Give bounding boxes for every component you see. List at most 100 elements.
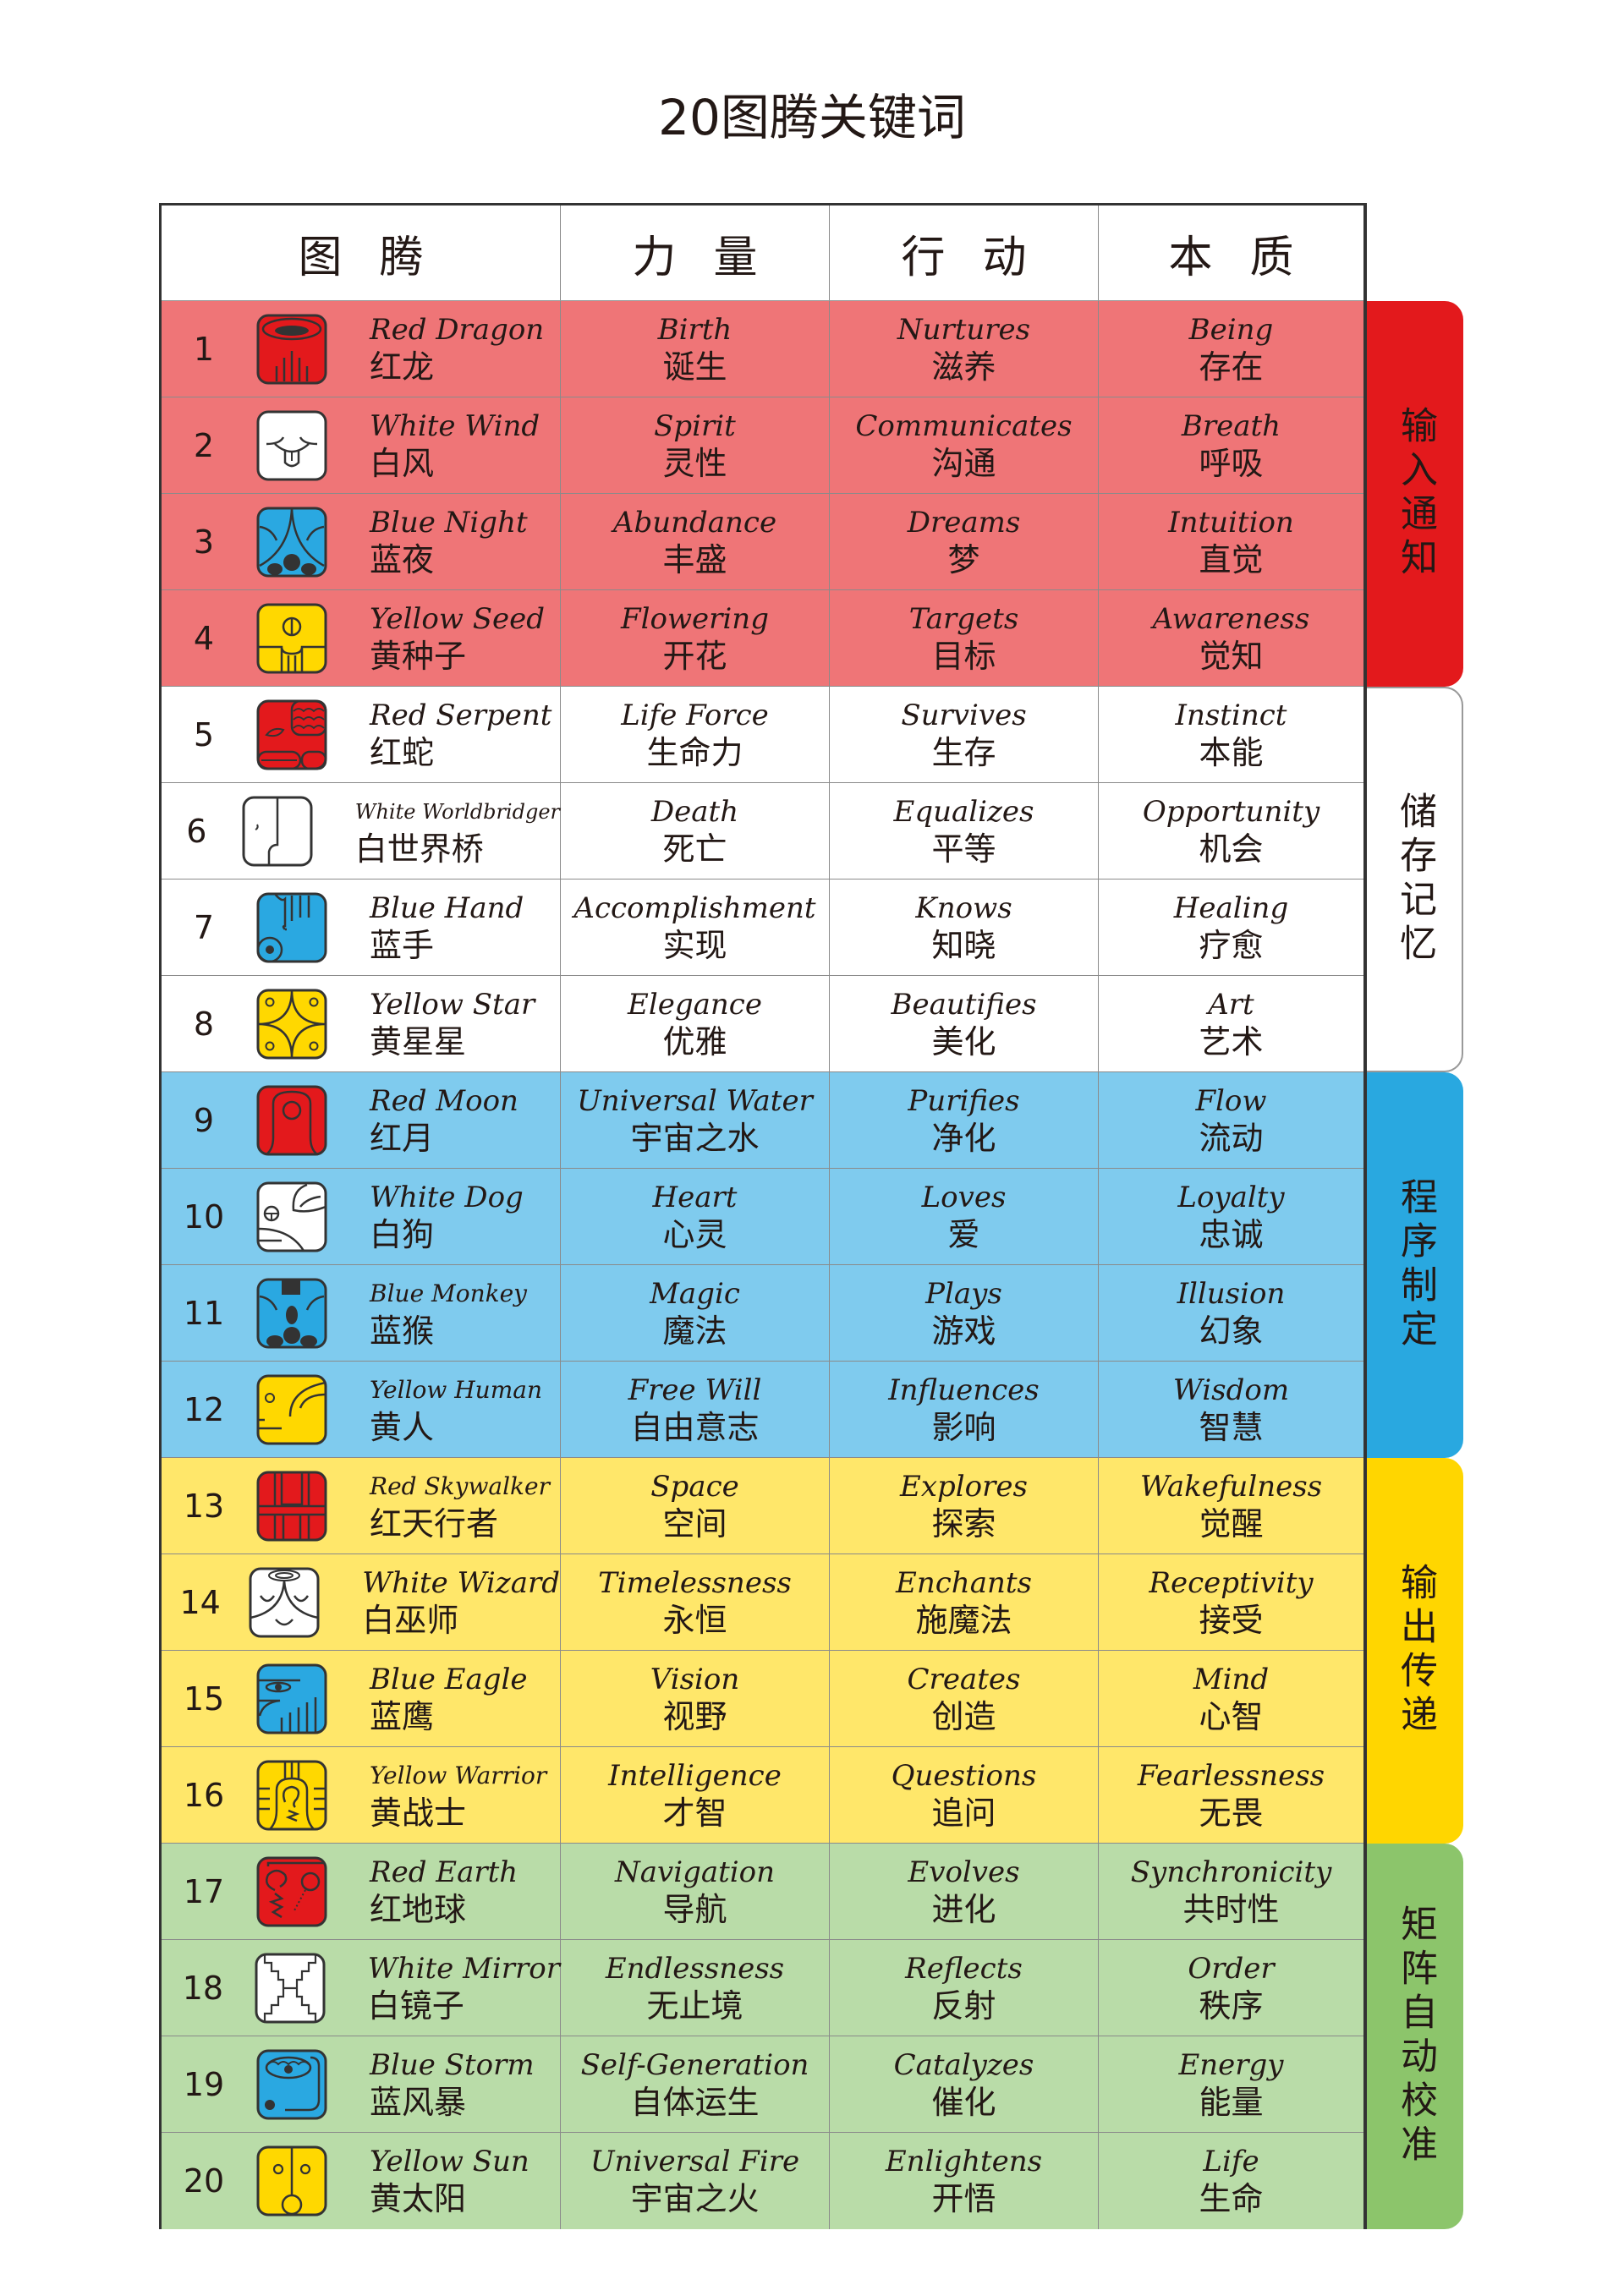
totem-number: 12 — [183, 1390, 225, 1428]
action-cell: Knows 知晓 — [830, 879, 1099, 975]
totem-names: White Wind 白风 — [370, 408, 540, 483]
essence-cell: Wisdom 智慧 — [1099, 1362, 1363, 1457]
totem-name-zh: 红地球 — [370, 1890, 467, 1928]
power-cell: Abundance 丰盛 — [561, 494, 830, 589]
totem-cell: 10 White Dog 白狗 — [162, 1169, 561, 1264]
totem-number: 17 — [183, 1872, 225, 1910]
totem-cell: 5 Red Serpent 红蛇 — [162, 687, 561, 782]
essence-en: Intuition — [1168, 505, 1294, 540]
essence-en: Synchronicity — [1130, 1855, 1332, 1889]
essence-en: Fearlessness — [1137, 1758, 1325, 1793]
action-zh: 目标 — [931, 637, 996, 675]
totem-cell: 15 Blue Eagle 蓝鹰 — [162, 1651, 561, 1746]
totem-cell: 20 Yellow Sun 黄太阳 — [162, 2133, 561, 2229]
essence-cell: Wakefulness 觉醒 — [1099, 1458, 1363, 1553]
essence-cell: Intuition 直觉 — [1099, 494, 1363, 589]
totem-number: 4 — [193, 619, 215, 657]
white-wizard-icon — [249, 1567, 320, 1638]
power-cell: Spirit 灵性 — [561, 397, 830, 493]
essence-cell: Breath 呼吸 — [1099, 397, 1363, 493]
table-row: 19 Blue Storm 蓝风暴 Self-Generation 自体运生 C… — [162, 2036, 1363, 2133]
power-en: Endlessness — [605, 1951, 785, 1986]
power-cell: Endlessness 无止境 — [561, 1940, 830, 2036]
yellow-sun-icon — [256, 2145, 327, 2217]
essence-cell: Life 生命 — [1099, 2133, 1363, 2229]
totem-name-zh: 红月 — [370, 1119, 435, 1157]
essence-zh: 智慧 — [1199, 1408, 1264, 1446]
totem-name-en: White Mirror — [367, 1951, 560, 1986]
totem-name-zh: 蓝手 — [370, 926, 435, 964]
table-body: 1 Red Dragon 红龙 Birth 诞生 Nurtures 滋养 Bei… — [162, 301, 1363, 2229]
totem-names: White Wizard 白巫师 — [362, 1565, 560, 1640]
totem-name-en: White Wind — [370, 408, 540, 443]
action-cell: Plays 游戏 — [830, 1265, 1099, 1361]
essence-zh: 忠诚 — [1199, 1215, 1264, 1253]
totem-cell: 8 Yellow Star 黄星星 — [162, 976, 561, 1071]
essence-cell: Mind 心智 — [1099, 1651, 1363, 1746]
table-header: 图腾 力量 行动 本质 — [162, 205, 1363, 301]
group-band: 矩阵自动校准 — [1367, 1844, 1463, 2229]
totem-names: Blue Eagle 蓝鹰 — [370, 1662, 528, 1736]
totem-names: Yellow Star 黄星星 — [370, 987, 535, 1061]
blue-night-icon — [256, 507, 327, 578]
white-worldbridger-icon — [242, 796, 313, 867]
action-en: Dreams — [907, 505, 1021, 540]
totem-name-en: Blue Night — [370, 505, 528, 540]
totem-cell: 12 Yellow Human 黄人 — [162, 1362, 561, 1457]
power-cell: Death 死亡 — [561, 783, 830, 879]
header-totem: 图腾 — [162, 205, 561, 300]
totem-name-en: Yellow Sun — [370, 2145, 529, 2178]
action-en: Reflects — [905, 1951, 1023, 1986]
totem-name-zh: 白巫师 — [362, 1601, 459, 1639]
red-dragon-icon — [256, 314, 327, 385]
group-label: 输入通知 — [1394, 406, 1437, 582]
action-zh: 影响 — [931, 1408, 996, 1446]
totem-name-zh: 蓝风暴 — [370, 2083, 467, 2121]
totem-names: White Mirror 白镜子 — [368, 1951, 560, 2025]
essence-en: Healing — [1173, 890, 1289, 925]
essence-zh: 机会 — [1199, 830, 1264, 868]
totem-number: 1 — [193, 330, 215, 368]
power-cell: Heart 心灵 — [561, 1169, 830, 1264]
essence-en: Being — [1188, 312, 1274, 347]
totem-name-en: White Dog — [370, 1180, 524, 1214]
action-cell: Enchants 施魔法 — [830, 1554, 1099, 1650]
power-en: Abundance — [612, 505, 777, 540]
power-cell: Universal Water 宇宙之水 — [561, 1072, 830, 1168]
power-en: Life Force — [621, 698, 769, 732]
action-cell: Survives 生存 — [830, 687, 1099, 782]
essence-cell: Energy 能量 — [1099, 2036, 1363, 2132]
group-band: 输出传递 — [1367, 1458, 1463, 1844]
action-en: Communicates — [855, 408, 1073, 443]
action-cell: Catalyzes 催化 — [830, 2036, 1099, 2132]
power-zh: 生命力 — [646, 733, 743, 771]
power-en: Heart — [652, 1180, 738, 1214]
essence-zh: 共时性 — [1182, 1890, 1280, 1928]
essence-zh: 能量 — [1199, 2083, 1264, 2121]
blue-eagle-icon — [256, 1663, 327, 1734]
power-zh: 魔法 — [662, 1312, 727, 1350]
header-action: 行动 — [830, 205, 1099, 300]
essence-en: Illusion — [1177, 1276, 1286, 1311]
totem-names: Yellow Sun 黄太阳 — [370, 2144, 529, 2218]
totem-name-en: Red Earth — [370, 1855, 518, 1889]
essence-zh: 接受 — [1199, 1601, 1264, 1639]
totem-number: 20 — [183, 2162, 225, 2200]
action-cell: Loves 爱 — [830, 1169, 1099, 1264]
table-row: 2 White Wind 白风 Spirit 灵性 Communicates 沟… — [162, 397, 1363, 494]
totem-number: 11 — [183, 1294, 225, 1332]
table-row: 3 Blue Night 蓝夜 Abundance 丰盛 Dreams 梦 In… — [162, 494, 1363, 590]
action-zh: 施魔法 — [915, 1601, 1012, 1639]
power-cell: Self-Generation 自体运生 — [561, 2036, 830, 2132]
essence-zh: 流动 — [1199, 1119, 1264, 1157]
group-band: 输入通知 — [1367, 301, 1463, 687]
power-cell: Timelessness 永恒 — [561, 1554, 830, 1650]
power-cell: Vision 视野 — [561, 1651, 830, 1746]
power-cell: Birth 诞生 — [561, 301, 830, 397]
essence-cell: Being 存在 — [1099, 301, 1363, 397]
table-row: 13 Red Skywalker 红天行者 Space 空间 Explores … — [162, 1458, 1363, 1554]
power-en: Universal Water — [577, 1083, 813, 1118]
totem-name-en: Yellow Star — [370, 987, 535, 1022]
essence-zh: 觉醒 — [1199, 1504, 1264, 1543]
action-en: Enchants — [896, 1565, 1032, 1600]
